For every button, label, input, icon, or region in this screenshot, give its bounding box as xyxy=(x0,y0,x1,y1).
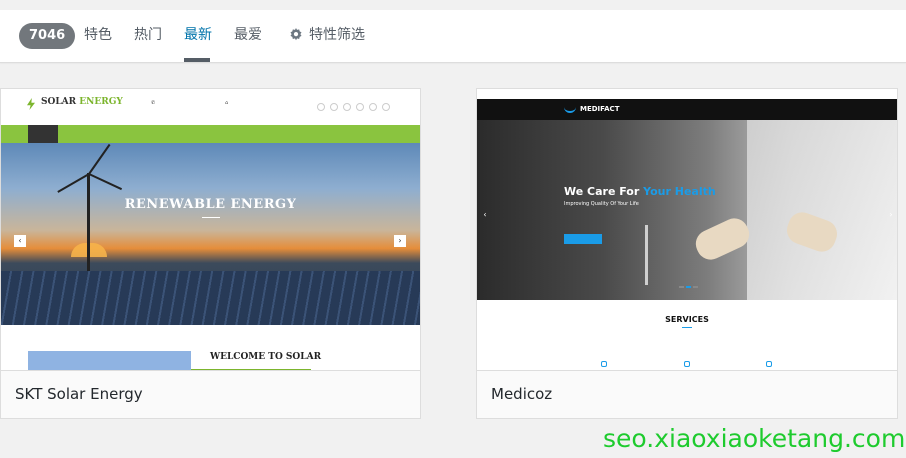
theme-card-footer: SKT Solar Energy xyxy=(1,370,420,418)
service-icon xyxy=(601,361,607,367)
theme-filter-bar: 7046 特色 热门 最新 最爱 特性筛选 xyxy=(0,10,906,63)
turbine-blade xyxy=(57,173,90,193)
preview-nav xyxy=(1,125,420,143)
preview-address: ⌂ xyxy=(225,100,229,106)
preview-hero-image xyxy=(1,143,420,325)
chevron-right-icon: › xyxy=(394,235,406,247)
theme-card[interactable]: MEDIFACT We Care For Your Health Improvi… xyxy=(476,88,898,419)
chevron-left-icon: ‹ xyxy=(483,210,487,219)
preview-section-title: WELCOME TO SOLAR xyxy=(210,352,322,362)
watermark-text: seo.xiaoxiaoketang.com xyxy=(603,424,906,453)
lab-coat-shape xyxy=(747,120,897,300)
preview-hero-title: RENEWABLE ENERGY xyxy=(124,197,297,212)
preview-logo: MEDIFACT xyxy=(580,105,620,113)
theme-name: SKT Solar Energy xyxy=(15,385,143,403)
theme-count-badge: 7046 xyxy=(19,23,76,49)
tab-latest[interactable]: 最新 xyxy=(184,25,212,45)
active-tab-indicator xyxy=(184,58,210,62)
tab-featured[interactable]: 特色 xyxy=(84,25,112,45)
theme-card-footer: Medicoz xyxy=(477,370,897,418)
preview-top-strip xyxy=(477,89,897,99)
preview-hero-title: We Care For Your Health xyxy=(564,185,716,198)
preview-hero-rule xyxy=(202,217,220,218)
preview-section-rule xyxy=(682,327,692,328)
feature-filter-label: 特性筛选 xyxy=(309,27,365,43)
gear-icon xyxy=(290,28,302,41)
solar-panels xyxy=(1,271,420,325)
test-tube-shape xyxy=(645,225,648,285)
theme-screenshot[interactable]: SOLAR ENERGY ✆ ⌂ RENEWABLE ENERGY ‹ › WE… xyxy=(1,89,420,371)
glove-shape xyxy=(691,213,754,265)
preview-hero-image xyxy=(477,120,897,300)
turbine-blade xyxy=(88,173,123,191)
bolt-icon xyxy=(27,98,35,110)
feature-filter-button[interactable]: 特性筛选 xyxy=(289,25,365,45)
logo-mark-icon xyxy=(564,105,576,113)
preview-slider-dots xyxy=(679,286,698,288)
preview-phone: ✆ xyxy=(151,100,156,106)
theme-card[interactable]: SOLAR ENERGY ✆ ⌂ RENEWABLE ENERGY ‹ › WE… xyxy=(0,88,421,419)
chevron-left-icon: ‹ xyxy=(14,235,26,247)
preview-hero-subtitle: Improving Quality Of Your Life xyxy=(564,201,639,207)
service-icon xyxy=(766,361,772,367)
theme-screenshot[interactable]: MEDIFACT We Care For Your Health Improvi… xyxy=(477,89,897,371)
tab-popular[interactable]: 热门 xyxy=(134,25,162,45)
wind-turbine xyxy=(87,173,90,273)
chevron-right-icon: › xyxy=(889,210,893,219)
preview-logo: SOLAR ENERGY xyxy=(41,97,123,107)
preview-header: SOLAR ENERGY ✆ ⌂ xyxy=(1,89,420,125)
preview-section-title: SERVICES xyxy=(665,315,709,324)
preview-nav: MEDIFACT xyxy=(477,99,897,120)
preview-image-block xyxy=(28,351,191,371)
tab-favorites[interactable]: 最爱 xyxy=(234,25,262,45)
preview-cta-button xyxy=(564,234,602,244)
turbine-blade xyxy=(88,143,111,175)
preview-social-icons xyxy=(317,103,390,111)
preview-nav-home xyxy=(28,125,58,143)
service-icon xyxy=(684,361,690,367)
theme-name: Medicoz xyxy=(491,385,553,403)
